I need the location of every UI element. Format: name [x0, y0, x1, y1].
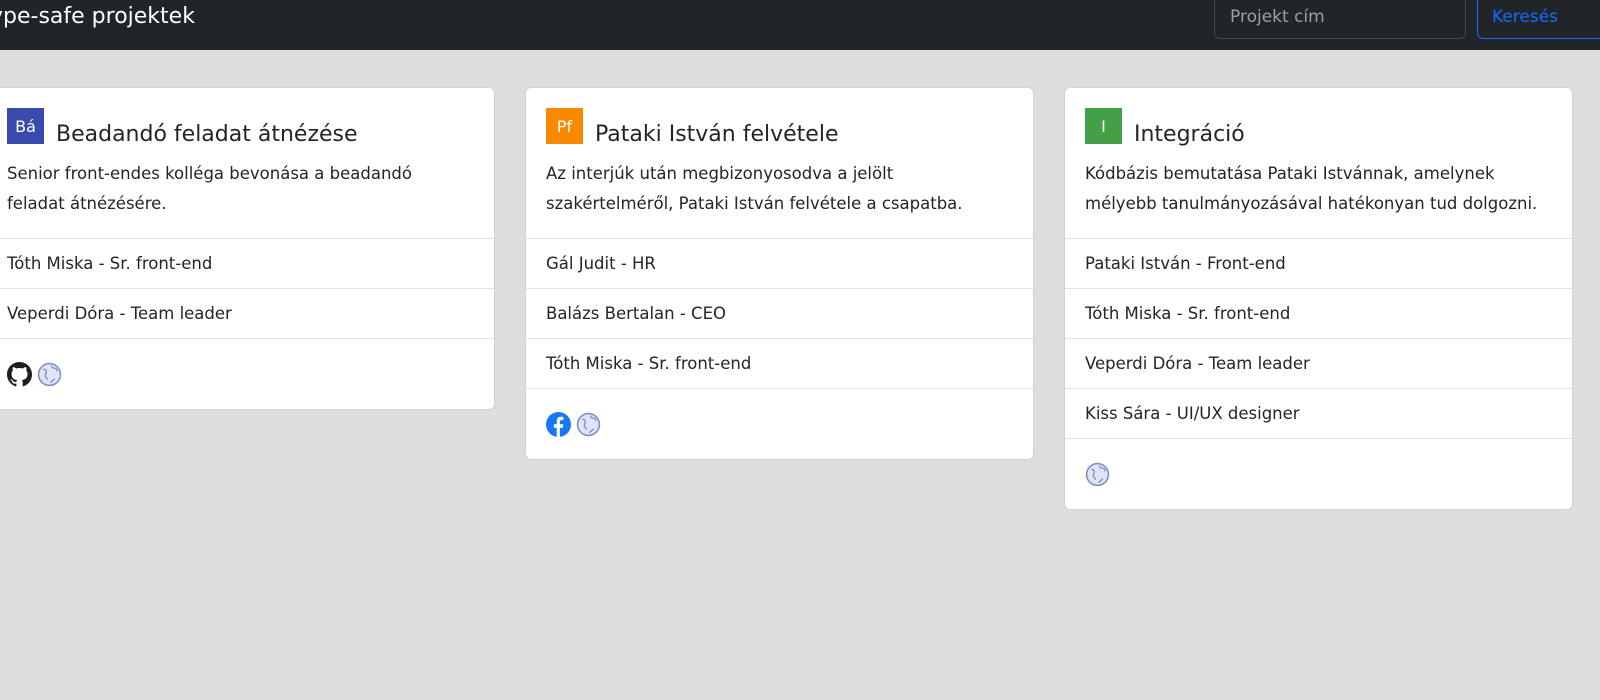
navbar-brand[interactable]: ype-safe projektek — [0, 2, 195, 32]
search-button[interactable]: Keresés — [1477, 0, 1600, 39]
member-item: Pataki István - Front-end — [1065, 239, 1572, 289]
project-card: I Integráció Kódbázis bemutatása Pataki … — [1064, 87, 1573, 510]
card-footer — [0, 339, 494, 409]
project-title: Beadandó feladat átnézése — [56, 122, 358, 147]
member-item: Balázs Bertalan - CEO — [526, 289, 1033, 339]
member-item: Tóth Miska - Sr. front-end — [0, 239, 494, 289]
project-title: Integráció — [1134, 122, 1245, 147]
member-list: Tóth Miska - Sr. front-end Veperdi Dóra … — [0, 238, 494, 339]
project-description: Kódbázis bemutatása Pataki Istvánnak, am… — [1085, 164, 1538, 213]
card-footer — [526, 389, 1033, 459]
globe-icon[interactable] — [1085, 462, 1110, 487]
project-avatar: I — [1085, 108, 1122, 144]
member-item: Kiss Sára - UI/UX designer — [1065, 389, 1572, 439]
card-footer — [1065, 439, 1572, 509]
project-description: Senior front-endes kolléga bevonása a be… — [7, 164, 412, 213]
facebook-icon[interactable] — [546, 411, 571, 437]
card-body: I Integráció Kódbázis bemutatása Pataki … — [1065, 88, 1572, 238]
card-header: I Integráció — [1085, 108, 1552, 149]
member-list: Gál Judit - HR Balázs Bertalan - CEO Tót… — [526, 238, 1033, 389]
globe-icon[interactable] — [576, 412, 601, 437]
member-item: Tóth Miska - Sr. front-end — [1065, 289, 1572, 339]
member-item: Tóth Miska - Sr. front-end — [526, 339, 1033, 389]
project-card: Bá Beadandó feladat átnézése Senior fron… — [0, 87, 495, 410]
project-avatar: Bá — [7, 108, 44, 144]
project-title: Pataki István felvétele — [595, 122, 839, 147]
card-body: Bá Beadandó feladat átnézése Senior fron… — [0, 88, 494, 238]
navbar: ype-safe projektek Keresés — [0, 0, 1600, 50]
member-item: Veperdi Dóra - Team leader — [1065, 339, 1572, 389]
github-icon[interactable] — [7, 361, 32, 387]
member-item: Gál Judit - HR — [526, 239, 1033, 289]
card-header: Bá Beadandó feladat átnézése — [7, 108, 474, 149]
project-card: Pf Pataki István felvétele Az interjúk u… — [525, 87, 1034, 460]
globe-icon[interactable] — [37, 362, 62, 387]
card-body: Pf Pataki István felvétele Az interjúk u… — [526, 88, 1033, 238]
search-input[interactable] — [1214, 0, 1466, 39]
member-list: Pataki István - Front-end Tóth Miska - S… — [1065, 238, 1572, 439]
card-header: Pf Pataki István felvétele — [546, 108, 1013, 149]
member-item: Veperdi Dóra - Team leader — [0, 289, 494, 339]
project-avatar: Pf — [546, 108, 583, 144]
project-description: Az interjúk után megbizonyosodva a jelöl… — [546, 164, 963, 213]
